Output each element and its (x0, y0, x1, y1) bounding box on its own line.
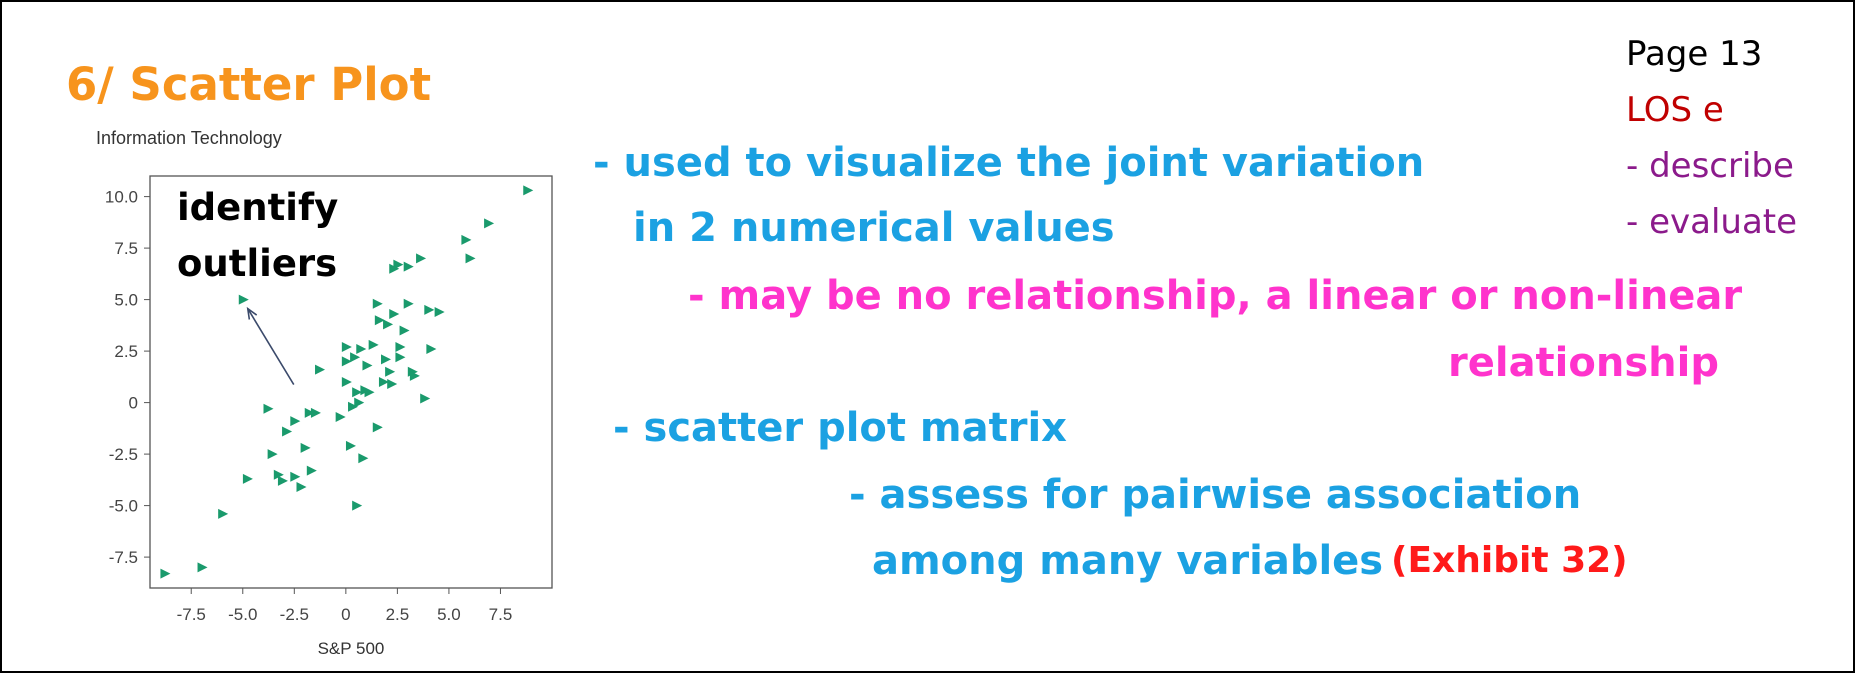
data-point (484, 218, 495, 229)
data-point (523, 185, 534, 196)
annotation-line-identify: identify (177, 186, 339, 229)
y-tick-label: 7.5 (114, 239, 138, 258)
y-tick-label: -2.5 (109, 445, 138, 464)
data-point (238, 294, 249, 305)
data-point (335, 412, 346, 423)
data-point (395, 352, 406, 363)
y-tick-label: -5.0 (109, 497, 138, 516)
y-tick-label: 10.0 (105, 188, 138, 207)
data-point (383, 319, 394, 330)
data-point (403, 298, 414, 309)
data-point (242, 473, 253, 484)
data-point (372, 422, 383, 433)
data-point (218, 508, 229, 519)
data-point (315, 364, 326, 375)
data-point (420, 393, 431, 404)
data-point (399, 325, 410, 336)
data-point (354, 397, 365, 408)
data-point (160, 568, 171, 579)
los-label: LOS e (1626, 90, 1724, 130)
slide-title: 6/ Scatter Plot (66, 58, 432, 111)
outlier-arrow (247, 308, 295, 386)
data-point (300, 442, 311, 453)
data-point (350, 352, 361, 363)
bullet-pairwise: - assess for pairwise association (849, 472, 1582, 518)
data-point (310, 407, 321, 418)
verb-evaluate: - evaluate (1626, 202, 1798, 242)
bullet-relationship: - may be no relationship, a linear or no… (688, 273, 1743, 319)
x-tick-label: 0 (341, 605, 350, 624)
outlier-annotation: identify outliers (177, 180, 338, 292)
data-point (341, 341, 352, 352)
y-tick-label: 5.0 (114, 291, 138, 310)
exhibit-reference: (Exhibit 32) (1391, 540, 1628, 581)
data-point (387, 379, 398, 390)
data-point (306, 465, 317, 476)
bullet-pairwise-cont: among many variables (872, 538, 1384, 584)
data-point (341, 377, 352, 387)
data-point (465, 253, 476, 264)
x-tick-label: 2.5 (386, 605, 410, 624)
data-point (461, 234, 472, 245)
bullet-joint-variation-cont: in 2 numerical values (633, 205, 1115, 251)
data-point (296, 482, 307, 493)
page-number: Page 13 (1626, 34, 1763, 74)
data-point (290, 471, 301, 482)
data-point (356, 344, 367, 355)
data-point (263, 403, 274, 414)
data-point (345, 440, 356, 451)
data-point (368, 339, 379, 350)
chart-title: Information Technology (96, 128, 282, 148)
data-point (385, 366, 396, 377)
data-point (282, 426, 293, 437)
page-reference: Page 13 LOS e - describe - evaluate (1626, 26, 1797, 250)
data-point (434, 306, 445, 317)
data-point (395, 341, 406, 352)
data-point (277, 475, 288, 486)
data-point (381, 354, 392, 365)
data-point (362, 360, 373, 371)
x-tick-label: 5.0 (437, 605, 461, 624)
x-tick-label: 7.5 (489, 605, 513, 624)
data-point (426, 344, 437, 355)
bullet-joint-variation: - used to visualize the joint variation (593, 140, 1425, 186)
y-tick-label: 2.5 (114, 342, 138, 361)
data-point (290, 416, 301, 427)
y-tick-label: -7.5 (109, 548, 138, 567)
data-point (197, 562, 208, 573)
x-tick-label: -2.5 (280, 605, 309, 624)
data-point (364, 387, 375, 398)
x-tick-label: -5.0 (228, 605, 257, 624)
data-point (403, 261, 414, 272)
data-point (372, 298, 383, 309)
bullet-relationship-cont: relationship (1448, 340, 1719, 386)
bullet-scatter-matrix: - scatter plot matrix (613, 405, 1067, 451)
data-point (393, 259, 404, 270)
outlier-arrowhead (246, 306, 258, 320)
annotation-line-outliers: outliers (177, 242, 338, 285)
data-point (416, 253, 427, 264)
data-point (424, 304, 435, 315)
verb-describe: - describe (1626, 146, 1794, 186)
x-axis-label: S&P 500 (318, 639, 385, 658)
y-tick-label: 0 (129, 394, 138, 413)
data-point (358, 453, 369, 464)
data-point (389, 309, 400, 320)
data-point (267, 449, 278, 460)
data-point (352, 500, 363, 511)
x-tick-label: -7.5 (177, 605, 206, 624)
